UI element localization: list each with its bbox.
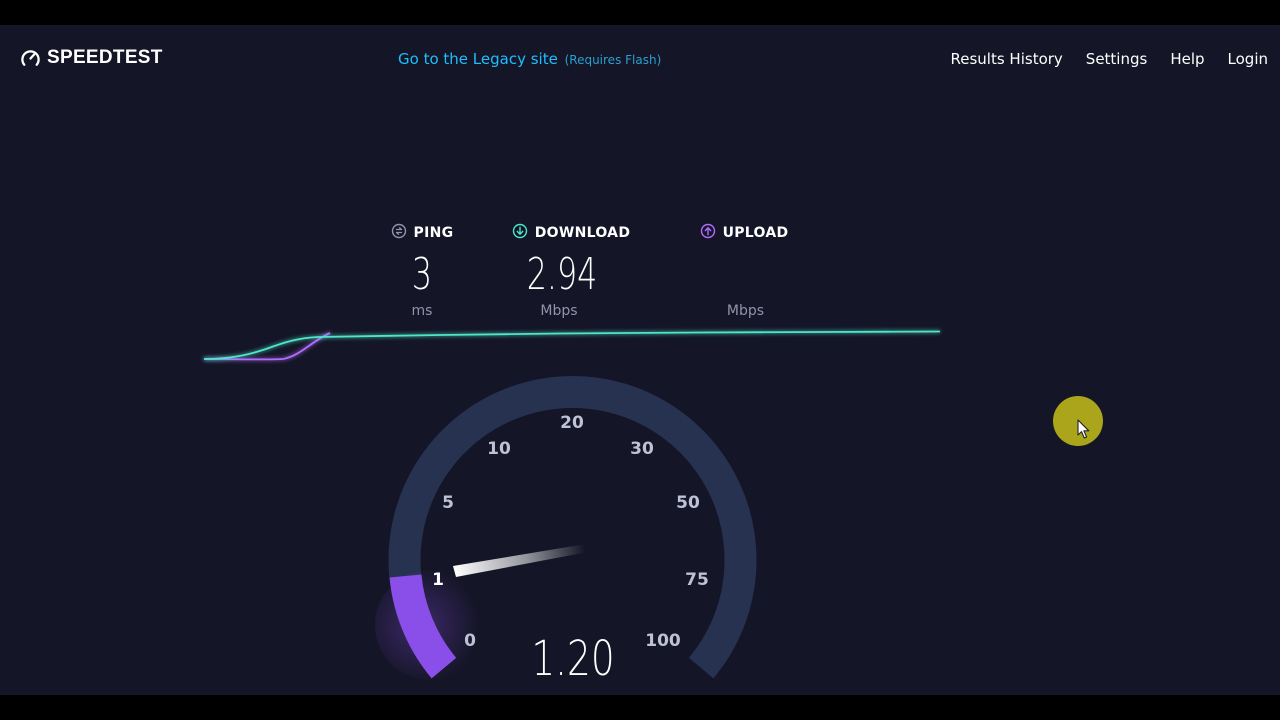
gauge-tick-label: 100	[645, 631, 681, 651]
current-speed-readout: 1.20	[531, 631, 615, 687]
gauge-tick-label: 0	[464, 631, 476, 651]
gauge-tick-label: 30	[630, 439, 654, 459]
gauge-needle	[453, 544, 588, 577]
gauge-tick-label: 20	[560, 413, 584, 433]
gauge-tick-label: 5	[442, 493, 454, 513]
mouse-cursor-icon	[1077, 419, 1090, 439]
speed-gauge	[375, 376, 757, 680]
gauge-tick-label: 50	[676, 493, 700, 513]
speedtest-app: SPEEDTEST Go to the Legacy site (Require…	[0, 25, 1280, 695]
gauge-tick-label: 1	[432, 570, 444, 590]
gauge-tick-label: 10	[487, 439, 511, 459]
gauge-tick-label: 75	[685, 570, 709, 590]
